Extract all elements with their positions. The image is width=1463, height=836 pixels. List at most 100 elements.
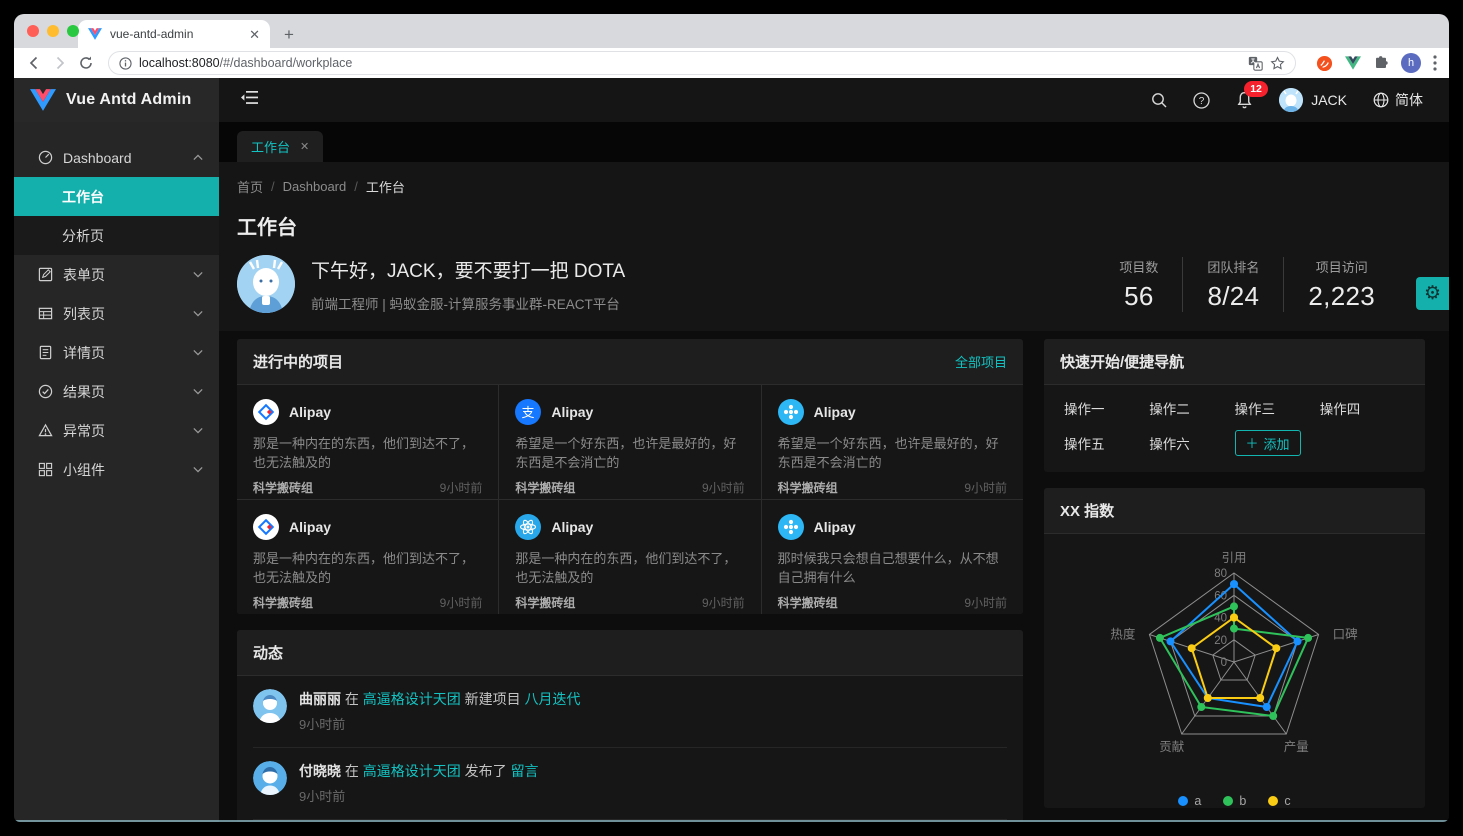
browser-tab-strip: vue-antd-admin ✕ + [14,14,1449,48]
user-menu[interactable]: JACK [1279,88,1347,112]
browser-tab[interactable]: vue-antd-admin ✕ [78,20,270,48]
vue-devtools-icon[interactable] [1345,56,1361,70]
svg-text:0: 0 [1221,657,1227,669]
sidebar-item-widgets[interactable]: 小组件 [14,450,219,489]
activity-group-link[interactable]: 高逼格设计天团 [363,763,461,779]
chevron-up-icon [193,154,203,161]
help-icon[interactable]: ? [1193,92,1210,109]
maximize-window-button[interactable] [67,25,79,37]
projects-grid: Alipay 那是一种内在的东西，他们到达不了，也无法触及的 科学搬砖组 9小时… [237,385,1023,614]
activity-time: 9小时前 [299,715,581,735]
page-header: 首页 / Dashboard / 工作台 工作台 下午好，JACK，要不要打一把… [219,162,1449,331]
extension-orange-icon[interactable] [1316,55,1333,72]
breadcrumb: 首页 / Dashboard / 工作台 [237,177,1425,196]
back-button[interactable] [26,55,42,71]
new-tab-button[interactable]: + [284,26,294,43]
app-title: Vue Antd Admin [66,91,191,109]
sidebar-item-lists[interactable]: 列表页 [14,294,219,333]
legend-item[interactable]: b [1223,794,1246,808]
project-card[interactable]: Alipay 那是一种内在的东西，他们到达不了，也无法触及的 科学搬砖组 9小时… [237,385,498,499]
url-text: localhost:8080/#/dashboard/workplace [139,56,352,70]
forward-button[interactable] [52,55,68,71]
sidebar: Dashboard 工作台 分析页 表单页 [14,122,219,822]
browser-profile-avatar[interactable]: h [1401,53,1421,73]
chevron-down-icon [193,388,203,395]
tab-workplace[interactable]: 工作台 ✕ [237,131,323,162]
project-card[interactable]: Alipay 那是一种内在的东西，他们到达不了，也无法触及的 科学搬砖组 9小时… [237,500,498,614]
table-icon [38,306,53,321]
extensions-puzzle-icon[interactable] [1373,55,1389,71]
notification-bell-icon[interactable]: 12 [1236,91,1253,109]
search-icon[interactable] [1151,92,1167,108]
tab-close-icon[interactable]: ✕ [300,140,309,153]
add-button[interactable]: ＋ 添加 [1235,430,1301,456]
antd-pro-icon [253,399,279,425]
activity-time: 9小时前 [299,787,539,807]
translate-icon[interactable] [1248,56,1263,71]
all-projects-link[interactable]: 全部项目 [955,352,1007,371]
quicknav-card: 快速开始/便捷导航 操作一 操作二 操作三 操作四 操作五 操作六 ＋ [1044,339,1425,472]
menu-fold-icon[interactable] [241,90,258,110]
legend-item[interactable]: c [1268,794,1290,808]
activity-group-link[interactable]: 高逼格设计天团 [363,691,461,707]
quick-link-6[interactable]: 操作六 [1149,433,1234,453]
activity-user[interactable]: 付晓晓 [299,763,341,779]
browser-menu-icon[interactable] [1433,55,1437,71]
list-item: 曲丽丽 在 高逼格设计天团 新建项目 八月迭代 9小时前 [253,676,1007,748]
quick-link-2[interactable]: 操作二 [1149,398,1234,418]
svg-text:支: 支 [522,405,535,420]
stat-visits: 项目访问 2,223 [1283,257,1399,312]
sidebar-item-details[interactable]: 详情页 [14,333,219,372]
extensions-area: h [1310,53,1437,73]
project-group-link[interactable]: 科学搬砖组 [253,594,313,611]
site-info-icon[interactable] [119,57,132,70]
antd-pro-icon [253,514,279,540]
user-avatar-large [237,255,295,313]
project-group-link[interactable]: 科学搬砖组 [515,594,575,611]
alipay-icon: 支 [515,399,541,425]
close-window-button[interactable] [27,25,39,37]
form-icon [38,267,53,282]
settings-gear-button[interactable]: ⚙ [1416,277,1449,310]
language-switcher[interactable]: 简体 [1373,90,1423,110]
header-stats: 项目数 56 团队排名 8/24 项目访问 2,223 [1095,257,1399,312]
project-card[interactable]: 支 Alipay 希望是一个好东西，也许是最好的，好东西是不会消亡的 科学搬砖组… [499,385,760,499]
window-controls [27,25,79,37]
quick-link-4[interactable]: 操作四 [1320,398,1405,418]
dashboard-icon [38,150,53,165]
bookmark-star-icon[interactable] [1270,56,1285,71]
minimize-window-button[interactable] [47,25,59,37]
legend-item[interactable]: a [1178,794,1201,808]
breadcrumb-home[interactable]: 首页 [237,177,263,196]
project-card[interactable]: Alipay 那时候我只会想自己想要什么，从不想自己拥有什么 科学搬砖组 9小时… [762,500,1023,614]
address-bar[interactable]: localhost:8080/#/dashboard/workplace [108,51,1296,75]
project-card[interactable]: Alipay 那是一种内在的东西，他们到达不了，也无法触及的 科学搬砖组 9小时… [499,500,760,614]
project-group-link[interactable]: 科学搬砖组 [253,479,313,496]
quick-link-5[interactable]: 操作五 [1064,433,1149,453]
quick-link-3[interactable]: 操作三 [1235,398,1320,418]
greeting-subtitle: 前端工程师 | 蚂蚁金服-计算服务事业群-REACT平台 [311,293,625,313]
project-group-link[interactable]: 科学搬砖组 [778,594,838,611]
sidebar-item-results[interactable]: 结果页 [14,372,219,411]
tab-close-icon[interactable]: ✕ [249,28,260,41]
activity-comment-link[interactable]: 留言 [511,763,539,779]
plus-icon: ＋ [1246,437,1259,450]
sidebar-item-dashboard[interactable]: Dashboard [14,138,219,177]
chart-legend: a b c [1044,794,1425,808]
sidebar-item-forms[interactable]: 表单页 [14,255,219,294]
reload-button[interactable] [78,55,94,71]
sidebar-item-exceptions[interactable]: 异常页 [14,411,219,450]
project-group-link[interactable]: 科学搬砖组 [778,479,838,496]
language-label: 简体 [1395,90,1423,110]
project-card[interactable]: Alipay 希望是一个好东西，也许是最好的，好东西是不会消亡的 科学搬砖组 9… [762,385,1023,499]
sidebar-item-analysis[interactable]: 分析页 [14,216,219,255]
projects-title: 进行中的项目 [253,351,343,372]
activity-project-link[interactable]: 八月迭代 [525,691,581,707]
app-logo[interactable]: Vue Antd Admin [14,78,219,122]
activity-title: 动态 [253,642,283,663]
sidebar-item-workplace[interactable]: 工作台 [14,177,219,216]
project-group-link[interactable]: 科学搬砖组 [515,479,575,496]
quick-link-1[interactable]: 操作一 [1064,398,1149,418]
activity-user[interactable]: 曲丽丽 [299,691,341,707]
notification-badge: 12 [1244,81,1268,97]
